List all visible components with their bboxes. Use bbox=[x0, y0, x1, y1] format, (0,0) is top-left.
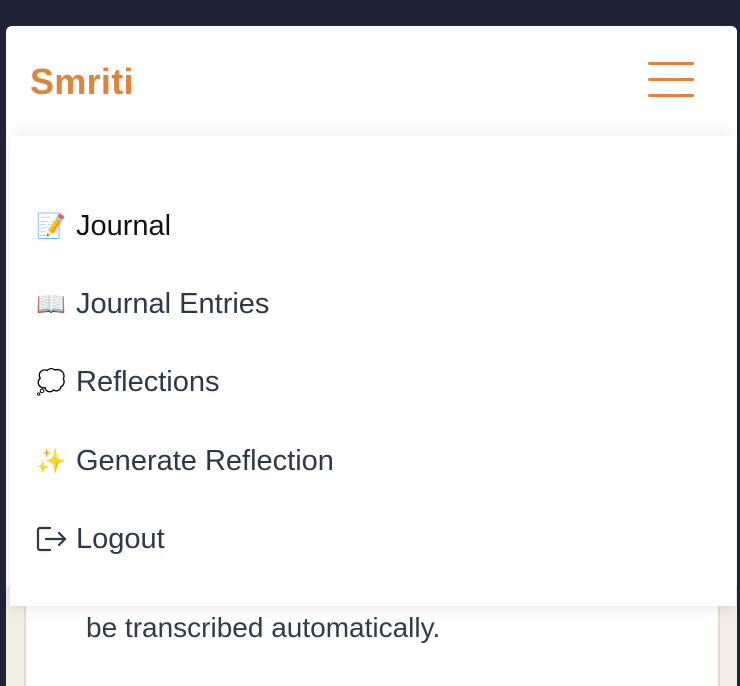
thought-balloon-icon: 💭 bbox=[36, 368, 66, 396]
menu-item-label: Logout bbox=[76, 522, 165, 555]
hamburger-bar bbox=[648, 94, 694, 97]
menu-item-journal[interactable]: 📝 Journal bbox=[36, 202, 171, 250]
hamburger-menu-icon[interactable] bbox=[646, 60, 696, 100]
app-window: be transcribed automatically. Smriti 📝 J… bbox=[6, 26, 737, 686]
navbar: Smriti bbox=[6, 26, 737, 136]
hamburger-bar bbox=[648, 62, 694, 65]
brand-logo[interactable]: Smriti bbox=[30, 61, 134, 103]
menu-item-reflections[interactable]: 💭 Reflections bbox=[36, 358, 219, 406]
memo-icon: 📝 bbox=[36, 212, 66, 240]
card-description: be transcribed automatically. bbox=[86, 612, 441, 643]
hamburger-bar bbox=[648, 78, 694, 81]
menu-item-label: Journal bbox=[76, 209, 172, 242]
menu-item-logout[interactable]: Logout bbox=[36, 515, 165, 563]
logout-icon bbox=[36, 526, 67, 552]
nav-dropdown-menu: 📝 Journal 📖 Journal Entries 💭 Reflection… bbox=[10, 136, 736, 606]
menu-item-journal-entries[interactable]: 📖 Journal Entries bbox=[36, 280, 269, 328]
menu-item-label: Journal Entries bbox=[76, 287, 270, 320]
menu-item-label: Reflections bbox=[76, 365, 220, 398]
menu-item-generate-reflection[interactable]: ✨ Generate Reflection bbox=[36, 437, 334, 485]
menu-item-label: Generate Reflection bbox=[76, 444, 334, 477]
open-book-icon: 📖 bbox=[36, 290, 66, 318]
sparkles-icon: ✨ bbox=[36, 447, 66, 475]
